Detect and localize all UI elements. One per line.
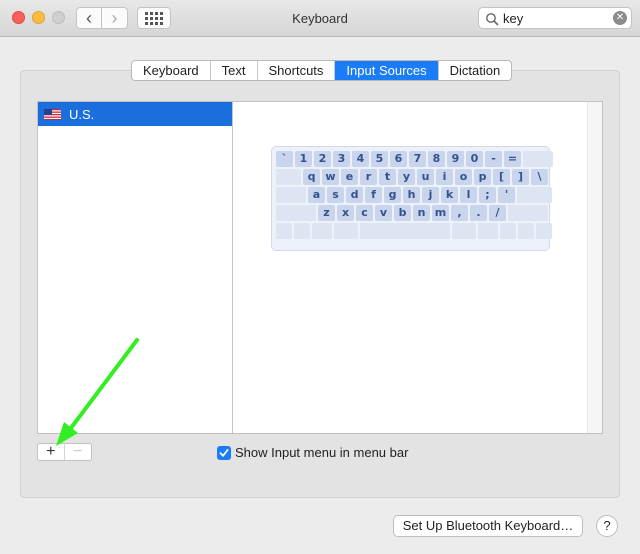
- remove-input-source-button[interactable]: −: [65, 444, 91, 460]
- blank-key: [312, 223, 332, 239]
- show-input-menu-label: Show Input menu in menu bar: [235, 445, 409, 460]
- keyboard-key: a: [308, 187, 325, 203]
- keyboard-key: .: [470, 205, 487, 221]
- blank-key: [517, 187, 552, 203]
- blank-key: [276, 187, 306, 203]
- keyboard-key: n: [413, 205, 430, 221]
- keyboard-key: ,: [451, 205, 468, 221]
- tab-bar: Keyboard Text Shortcuts Input Sources Di…: [131, 60, 513, 81]
- keyboard-key: u: [417, 169, 434, 185]
- blank-key: [500, 223, 516, 239]
- keyboard-key: y: [398, 169, 415, 185]
- keyboard-key: x: [337, 205, 354, 221]
- keyboard-key: h: [403, 187, 420, 203]
- blank-key: [294, 223, 310, 239]
- keyboard-key: r: [360, 169, 377, 185]
- keyboard-key: p: [474, 169, 491, 185]
- blank-key: [334, 223, 358, 239]
- input-sources-list[interactable]: U.S.: [37, 101, 233, 434]
- title-bar: ‹ › Keyboard ✕: [0, 0, 640, 37]
- keyboard-key: d: [346, 187, 363, 203]
- show-input-menu-option[interactable]: Show Input menu in menu bar: [217, 445, 408, 460]
- input-source-label: U.S.: [69, 106, 95, 122]
- keyboard-key: 0: [466, 151, 483, 167]
- keyboard-key: 9: [447, 151, 464, 167]
- keyboard-key: v: [375, 205, 392, 221]
- keyboard-key: k: [441, 187, 458, 203]
- keyboard-key: =: [504, 151, 521, 167]
- keyboard-key: j: [422, 187, 439, 203]
- blank-key: [478, 223, 498, 239]
- keyboard-key: 6: [390, 151, 407, 167]
- set-up-bluetooth-keyboard-button[interactable]: Set Up Bluetooth Keyboard…: [393, 515, 583, 537]
- blank-key: [508, 205, 548, 221]
- scrollbar[interactable]: [587, 102, 602, 433]
- keyboard-key: c: [356, 205, 373, 221]
- keyboard-key: [: [493, 169, 510, 185]
- blank-key: [276, 223, 292, 239]
- tab-dictation[interactable]: Dictation: [439, 61, 512, 80]
- blank-key: [536, 223, 552, 239]
- keyboard-key: o: [455, 169, 472, 185]
- blank-key: [360, 223, 450, 239]
- tab-text[interactable]: Text: [211, 61, 258, 80]
- keyboard-key: \: [531, 169, 548, 185]
- keyboard-key: `: [276, 151, 293, 167]
- keyboard-key: 5: [371, 151, 388, 167]
- search-input[interactable]: [503, 10, 611, 26]
- keyboard-key: 4: [352, 151, 369, 167]
- keyboard-key: f: [365, 187, 382, 203]
- add-input-source-button[interactable]: +: [38, 444, 65, 460]
- keyboard-key: m: [432, 205, 449, 221]
- keyboard-key: t: [379, 169, 396, 185]
- blank-key: [276, 205, 316, 221]
- blank-key: [276, 169, 301, 185]
- search-field[interactable]: ✕: [478, 7, 632, 29]
- keyboard-key: i: [436, 169, 453, 185]
- keyboard-preview-panel: ` 1 2 3 4 5 6 7 8 9 0- = q w e r t y u i o p[] \ a s d f g h j k l; ' z x c…: [232, 101, 603, 434]
- help-button[interactable]: ?: [596, 515, 618, 537]
- keyboard-key: 7: [409, 151, 426, 167]
- tab-shortcuts[interactable]: Shortcuts: [258, 61, 336, 80]
- keyboard-key: 3: [333, 151, 350, 167]
- blank-key: [452, 223, 476, 239]
- keyboard-key: ': [498, 187, 515, 203]
- keyboard-key: e: [341, 169, 358, 185]
- tab-input-sources[interactable]: Input Sources: [335, 61, 439, 80]
- keyboard-key: z: [318, 205, 335, 221]
- show-input-menu-checkbox[interactable]: [217, 445, 231, 460]
- blank-key: [518, 223, 534, 239]
- keyboard-key: g: [384, 187, 401, 203]
- keyboard-key: /: [489, 205, 506, 221]
- keyboard-key: s: [327, 187, 344, 203]
- search-icon: [486, 13, 499, 26]
- keyboard-key: 2: [314, 151, 331, 167]
- keyboard-key: b: [394, 205, 411, 221]
- list-item[interactable]: U.S.: [38, 102, 233, 126]
- checkmark-icon: [219, 448, 229, 457]
- keyboard-layout-preview: ` 1 2 3 4 5 6 7 8 9 0- = q w e r t y u i o p[] \ a s d f g h j k l; ' z x c…: [271, 146, 553, 251]
- clear-search-icon[interactable]: ✕: [613, 11, 627, 25]
- keyboard-key: ]: [512, 169, 529, 185]
- us-flag-icon: [44, 108, 61, 120]
- keyboard-key: q: [303, 169, 320, 185]
- keyboard-key: 8: [428, 151, 445, 167]
- tab-keyboard[interactable]: Keyboard: [132, 61, 211, 80]
- keyboard-key: w: [322, 169, 339, 185]
- keyboard-key: l: [460, 187, 477, 203]
- keyboard-key: 1: [295, 151, 312, 167]
- keyboard-key: -: [485, 151, 502, 167]
- blank-key: [523, 151, 553, 167]
- add-remove-control: + −: [37, 443, 92, 461]
- keyboard-key: ;: [479, 187, 496, 203]
